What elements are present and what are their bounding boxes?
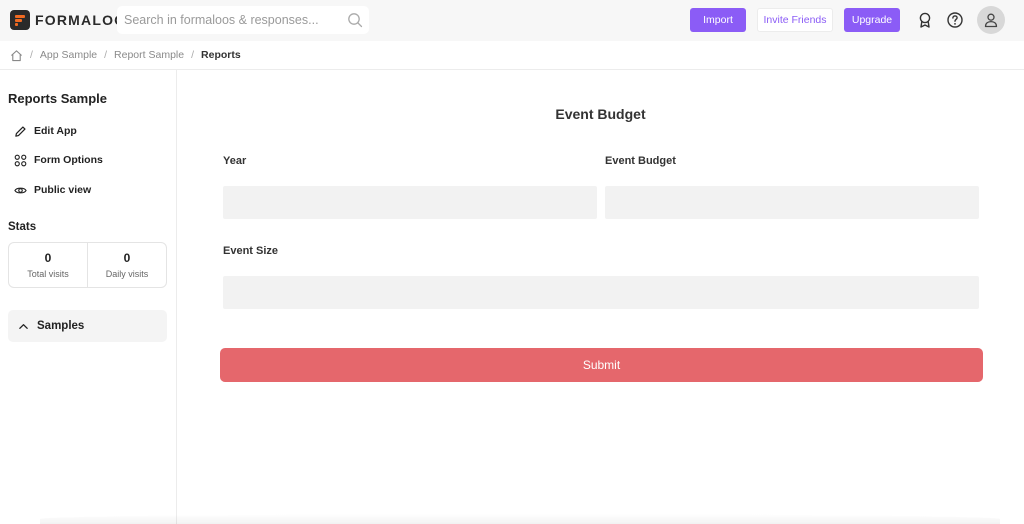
sidebar-title: Reports Sample (8, 91, 107, 106)
event-budget-field[interactable] (605, 186, 979, 219)
chevron-up-icon (19, 323, 28, 329)
formaloo-logo-icon (10, 10, 30, 30)
stat-label: Total visits (27, 269, 69, 279)
sidebar: Reports Sample Edit App Form Options Pub… (0, 70, 177, 524)
search-icon[interactable] (347, 12, 363, 28)
bottom-shadow (40, 514, 1000, 524)
breadcrumb-app-sample[interactable]: App Sample (40, 49, 97, 61)
sidebar-item-label: Edit App (34, 125, 77, 137)
logo[interactable]: FORMALOO (10, 10, 126, 30)
upgrade-button[interactable]: Upgrade (844, 8, 900, 32)
stats-box: 0 Total visits 0 Daily visits (8, 242, 167, 288)
sidebar-item-form-options[interactable]: Form Options (14, 151, 103, 169)
stat-value: 0 (123, 251, 131, 265)
sidebar-item-public-view[interactable]: Public view (14, 181, 91, 199)
help-icon[interactable] (946, 11, 964, 29)
import-button[interactable]: Import (690, 8, 746, 32)
submit-button[interactable]: Submit (220, 348, 983, 382)
event-budget-label: Event Budget (605, 155, 676, 167)
grid-dots-icon (14, 154, 27, 166)
logo-text: FORMALOO (35, 12, 127, 28)
breadcrumb: / App Sample / Report Sample / Reports (0, 41, 1024, 70)
stat-label: Daily visits (105, 269, 149, 279)
pencil-icon (15, 125, 26, 137)
avatar[interactable] (977, 6, 1005, 34)
breadcrumb-reports: Reports (201, 49, 241, 61)
samples-label: Samples (37, 320, 85, 332)
sidebar-item-edit-app[interactable]: Edit App (14, 122, 77, 140)
stat-total-visits: 0 Total visits (9, 243, 87, 287)
breadcrumb-report-sample[interactable]: Report Sample (114, 49, 184, 61)
sidebar-item-label: Form Options (34, 154, 103, 166)
search-box (117, 6, 369, 34)
stat-daily-visits: 0 Daily visits (87, 243, 166, 287)
year-field[interactable] (223, 186, 597, 219)
home-icon[interactable] (10, 49, 23, 62)
event-size-field[interactable] (223, 276, 979, 309)
breadcrumb-separator: / (104, 49, 108, 61)
event-size-label: Event Size (223, 245, 279, 257)
top-bar: FORMALOO Import Invite Friends Upgrade (0, 0, 1024, 41)
form-title: Event Budget (555, 106, 646, 122)
sidebar-item-label: Public view (34, 184, 92, 196)
user-icon (984, 13, 998, 28)
year-label: Year (223, 155, 247, 167)
eye-icon (14, 187, 27, 193)
breadcrumb-separator: / (30, 49, 33, 61)
award-icon[interactable] (916, 11, 934, 29)
invite-friends-button[interactable]: Invite Friends (757, 8, 833, 32)
samples-toggle[interactable]: Samples (8, 310, 167, 342)
search-input[interactable] (124, 10, 344, 30)
stats-title: Stats (8, 221, 37, 233)
stat-value: 0 (44, 251, 52, 265)
breadcrumb-separator: / (191, 49, 195, 61)
